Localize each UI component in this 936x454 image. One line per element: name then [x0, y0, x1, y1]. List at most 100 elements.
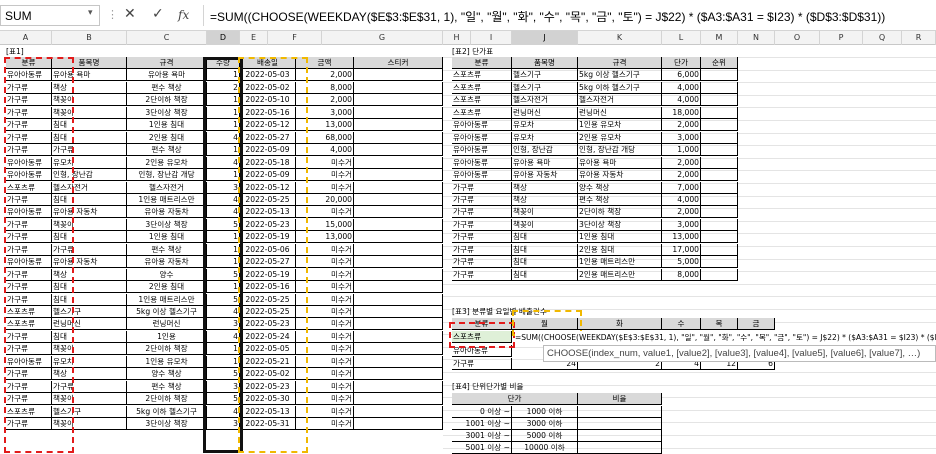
- table1-cell[interactable]: 2단이하 책장: [127, 393, 207, 405]
- table2-cell[interactable]: 2인용 매트리스만: [578, 269, 662, 281]
- table1-cell[interactable]: 헬스자전거: [127, 182, 207, 194]
- table4-cell[interactable]: 3000 이하: [512, 418, 578, 430]
- table1-cell[interactable]: [354, 157, 443, 169]
- table1-cell[interactable]: [354, 219, 443, 231]
- table2-cell[interactable]: [701, 256, 738, 268]
- table1-cell[interactable]: 편수 책상: [127, 144, 207, 156]
- table2-header-2[interactable]: 규격: [578, 57, 662, 69]
- table1-header-2[interactable]: 규격: [127, 57, 207, 69]
- table2-cell[interactable]: 유모차: [512, 119, 578, 131]
- column-header-j[interactable]: J: [512, 31, 578, 45]
- cell-edit-formula[interactable]: =SUM((CHOOSE(WEEKDAY($E$3:$E$31, 1), "일"…: [515, 331, 936, 345]
- table1-cell[interactable]: 양수 책상: [127, 368, 207, 380]
- table1-cell[interactable]: 1인용 침대: [127, 231, 207, 243]
- table1-cell[interactable]: [354, 368, 443, 380]
- table2-cell[interactable]: 유아용 욕마: [512, 157, 578, 169]
- table4-cell[interactable]: 0 이상 ~: [452, 406, 512, 418]
- table2-cell[interactable]: 스포츠류: [452, 82, 512, 94]
- table1-cell[interactable]: [354, 194, 443, 206]
- table3-header-4[interactable]: 목: [701, 318, 738, 330]
- table1-cell[interactable]: [354, 306, 443, 318]
- table4-cell[interactable]: 5000 이하: [512, 430, 578, 442]
- table2-cell[interactable]: 유아아동류: [452, 132, 512, 144]
- table3-header-5[interactable]: 금: [738, 318, 775, 330]
- table1-cell[interactable]: [354, 107, 443, 119]
- table2-cell[interactable]: 1인용 매트리스만: [578, 256, 662, 268]
- cancel-icon[interactable]: ✕: [124, 6, 136, 22]
- table1-cell[interactable]: [354, 393, 443, 405]
- table1-cell[interactable]: [354, 318, 443, 330]
- table2-cell[interactable]: [701, 182, 738, 194]
- table1-cell[interactable]: 2인용 침대: [127, 132, 207, 144]
- name-box[interactable]: SUM: [0, 5, 100, 26]
- table2-cell[interactable]: 유아아동류: [452, 157, 512, 169]
- table2-cell[interactable]: 2,000: [662, 169, 701, 181]
- table2-cell[interactable]: [701, 194, 738, 206]
- table2-cell[interactable]: [701, 132, 738, 144]
- table4-cell[interactable]: 3001 이상 ~: [452, 430, 512, 442]
- insert-function-icon[interactable]: fx: [178, 8, 189, 22]
- table2-cell[interactable]: [701, 82, 738, 94]
- table3-row-furniture[interactable]: 가구류: [452, 358, 512, 370]
- table2-cell[interactable]: 5kg 이상 헬스기구: [578, 69, 662, 81]
- column-header-q[interactable]: Q: [863, 31, 902, 45]
- column-header-p[interactable]: P: [820, 31, 863, 45]
- table4-cell[interactable]: 1001 이상 ~: [452, 418, 512, 430]
- table1-cell[interactable]: 유아용 자동차: [127, 256, 207, 268]
- table1-header-6[interactable]: 스티커: [354, 57, 443, 69]
- table2-cell[interactable]: 2,000: [662, 119, 701, 131]
- name-box-dropdown-icon[interactable]: ▾: [88, 8, 93, 18]
- column-header-g[interactable]: G: [322, 31, 443, 45]
- table2-cell[interactable]: 헬스기구: [512, 69, 578, 81]
- table1-cell[interactable]: [354, 182, 443, 194]
- enter-icon[interactable]: ✓: [152, 6, 164, 22]
- table1-cell[interactable]: 3단이상 책장: [127, 418, 207, 430]
- table2-cell[interactable]: [701, 94, 738, 106]
- table1-cell[interactable]: 2단이하 책장: [127, 94, 207, 106]
- table2-cell[interactable]: 런닝머신: [578, 107, 662, 119]
- table2-cell[interactable]: 침대: [512, 269, 578, 281]
- column-header-f[interactable]: F: [268, 31, 322, 45]
- table2-cell[interactable]: 5,000: [662, 256, 701, 268]
- table2-cell[interactable]: 스포츠류: [452, 69, 512, 81]
- column-header-d[interactable]: D: [207, 31, 240, 45]
- table1-cell[interactable]: [354, 343, 443, 355]
- table1-cell[interactable]: [354, 231, 443, 243]
- table1-cell[interactable]: 1인용 침대: [127, 119, 207, 131]
- table2-cell[interactable]: 양수 책상: [578, 182, 662, 194]
- table2-cell[interactable]: 17,000: [662, 244, 701, 256]
- table2-cell[interactable]: 헬스자전거: [578, 94, 662, 106]
- table2-cell[interactable]: 3,000: [662, 219, 701, 231]
- table1-cell[interactable]: [354, 281, 443, 293]
- table3-header-2[interactable]: 화: [578, 318, 662, 330]
- table4-cell[interactable]: 1000 이하: [512, 406, 578, 418]
- column-header-b[interactable]: B: [52, 31, 127, 45]
- table2-cell[interactable]: 유아용 욕마: [578, 157, 662, 169]
- table2-header-0[interactable]: 분류: [452, 57, 512, 69]
- table2-cell[interactable]: 편수 책상: [578, 194, 662, 206]
- table2-cell[interactable]: 가구류: [452, 256, 512, 268]
- table1-cell[interactable]: [354, 82, 443, 94]
- table2-cell[interactable]: 4,000: [662, 82, 701, 94]
- table2-cell[interactable]: [701, 244, 738, 256]
- table2-cell[interactable]: 침대: [512, 231, 578, 243]
- table1-cell[interactable]: [354, 94, 443, 106]
- table2-cell[interactable]: 책꽂이: [512, 219, 578, 231]
- table1-cell[interactable]: [354, 406, 443, 418]
- table1-cell[interactable]: 2단이하 책장: [127, 343, 207, 355]
- table1-cell[interactable]: 5kg 이하 헬스기구: [127, 406, 207, 418]
- table2-cell[interactable]: 가구류: [452, 219, 512, 231]
- table2-cell[interactable]: 헬스자전거: [512, 94, 578, 106]
- table2-cell[interactable]: 2인용 침대: [578, 244, 662, 256]
- table2-cell[interactable]: 2,000: [662, 157, 701, 169]
- table2-cell[interactable]: 1,000: [662, 144, 701, 156]
- column-header-l[interactable]: L: [662, 31, 701, 45]
- table1-cell[interactable]: [354, 331, 443, 343]
- table4-cell[interactable]: [578, 430, 662, 442]
- table1-cell[interactable]: 편수 책상: [127, 244, 207, 256]
- table2-cell[interactable]: 런닝머신: [512, 107, 578, 119]
- table1-cell[interactable]: 인형, 장난감 개당: [127, 169, 207, 181]
- column-header-i[interactable]: I: [471, 31, 512, 45]
- table2-cell[interactable]: [701, 144, 738, 156]
- table2-cell[interactable]: 유아용 자동차: [512, 169, 578, 181]
